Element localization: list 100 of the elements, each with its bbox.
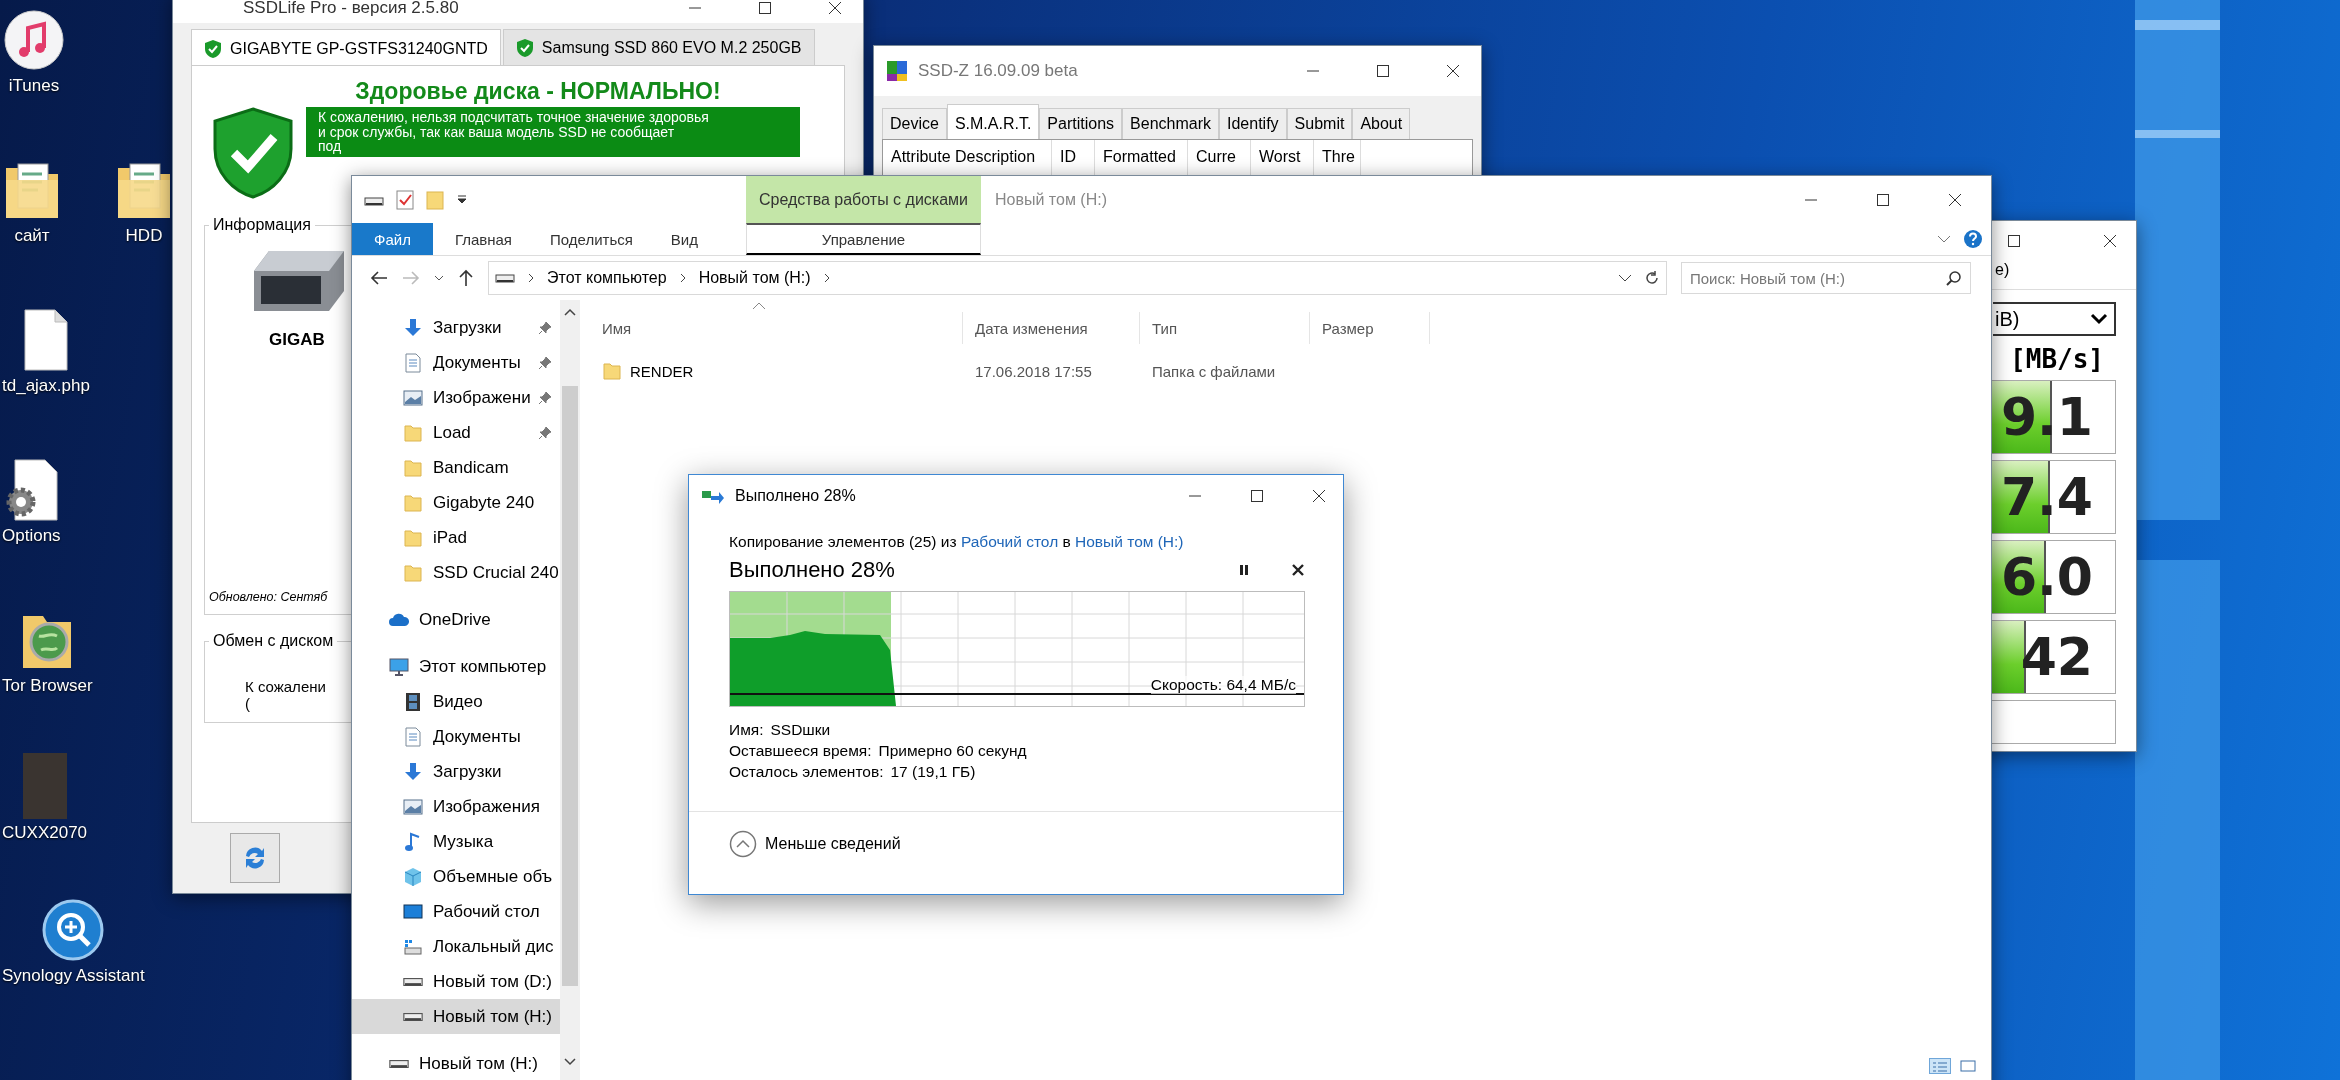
refresh-icon[interactable] xyxy=(1644,270,1660,286)
folder-icon xyxy=(403,492,423,513)
shield-check-icon xyxy=(204,39,222,59)
tab[interactable]: GIGABYTE GP-GSTFS31240GNTD xyxy=(191,29,501,65)
desktop-icon-label[interactable]: iTunes xyxy=(8,76,60,95)
maximize-icon[interactable] xyxy=(2006,233,2022,249)
close-icon[interactable] xyxy=(1947,191,1963,208)
close-icon[interactable] xyxy=(1445,63,1461,79)
scroll-up-icon[interactable] xyxy=(564,308,576,316)
ribbon-tab[interactable]: Управление xyxy=(746,223,981,255)
maximize-icon[interactable] xyxy=(1249,488,1265,504)
menu-item[interactable]: e) xyxy=(1995,261,2010,278)
nav-item[interactable]: iPad xyxy=(352,520,560,555)
nav-item[interactable]: Новый том (H:) xyxy=(352,999,560,1034)
nav-item[interactable]: Загрузки xyxy=(352,754,560,789)
chevron-down-icon[interactable] xyxy=(1618,273,1632,283)
cancel-icon[interactable] xyxy=(1291,563,1305,577)
nav-item[interactable]: Документы xyxy=(352,719,560,754)
maximize-icon[interactable] xyxy=(1375,63,1391,79)
breadcrumb-item[interactable]: Этот компьютер xyxy=(547,269,667,287)
tab[interactable]: Samsung SSD 860 EVO M.2 250GB xyxy=(502,29,815,65)
tab[interactable]: Benchmark xyxy=(1122,108,1219,139)
pin-icon[interactable] xyxy=(538,321,552,335)
tab[interactable]: Identify xyxy=(1219,108,1287,139)
scroll-down-icon[interactable] xyxy=(564,1058,576,1066)
desktop-icon-label[interactable]: CUXX2070 xyxy=(2,823,88,842)
desktop-icon-label[interactable]: td_ajax.php xyxy=(2,376,90,395)
search-field[interactable]: Поиск: Новый том (H:) xyxy=(1681,262,1971,294)
properties-icon[interactable] xyxy=(396,189,414,210)
desktop-icon-label[interactable]: Options xyxy=(2,526,61,545)
copy-description: Копирование элементов (25) из Рабочий стол в Новый том (H:) xyxy=(729,533,1185,551)
column-header[interactable]: Тип xyxy=(1140,312,1310,344)
folder-icon xyxy=(403,527,423,548)
nav-item[interactable]: Новый том (H:) xyxy=(352,1046,560,1080)
file-name[interactable]: RENDER xyxy=(630,362,694,380)
ribbon-tab[interactable]: Главная xyxy=(438,223,528,255)
desktop-icon-label[interactable]: HDD xyxy=(125,226,163,245)
tab[interactable]: About xyxy=(1352,108,1411,139)
column-header[interactable]: Размер xyxy=(1310,312,1430,344)
breadcrumb-item[interactable]: Новый том (H:) xyxy=(698,269,811,287)
tab[interactable]: S.M.A.R.T. xyxy=(946,104,1040,139)
up-arrow-icon[interactable] xyxy=(458,269,474,287)
nav-item[interactable]: Рабочий стол xyxy=(352,894,560,929)
close-icon[interactable] xyxy=(1311,488,1327,504)
nav-item[interactable]: Видео xyxy=(352,684,560,719)
ribbon-tab[interactable]: Файл xyxy=(352,223,433,255)
pin-icon[interactable] xyxy=(538,356,552,370)
ribbon-tab[interactable]: Поделиться xyxy=(534,223,649,255)
nav-item[interactable]: Загрузки xyxy=(352,310,560,345)
tab[interactable]: Device xyxy=(882,108,947,139)
nav-item[interactable]: Объемные объ xyxy=(352,859,560,894)
pin-icon[interactable] xyxy=(538,391,552,405)
nav-item[interactable]: Музыка xyxy=(352,824,560,859)
nav-item[interactable]: Изображени xyxy=(352,380,560,415)
address-bar[interactable]: Этот компьютер Новый том (H:) xyxy=(488,261,1667,295)
maximize-icon[interactable] xyxy=(1875,191,1891,208)
chevron-down-icon[interactable] xyxy=(1937,234,1951,244)
folder-icon xyxy=(602,361,622,381)
pause-icon[interactable] xyxy=(1237,563,1251,577)
chevron-down-icon[interactable] xyxy=(434,274,444,282)
nav-item[interactable]: Bandicam xyxy=(352,450,560,485)
pin-icon[interactable] xyxy=(538,426,552,440)
window-title: SSD-Z 16.09.09 beta xyxy=(918,61,1078,81)
column-header[interactable]: Имя xyxy=(590,312,963,344)
nav-item[interactable]: Изображения xyxy=(352,789,560,824)
nav-item[interactable]: Gigabyte 240 xyxy=(352,485,560,520)
fewer-details-button[interactable]: Меньше сведений xyxy=(729,830,901,858)
nav-item[interactable]: Документы xyxy=(352,345,560,380)
back-arrow-icon[interactable] xyxy=(370,270,388,286)
ribbon-tab[interactable]: Вид xyxy=(654,223,714,255)
desktop-icon xyxy=(403,901,423,922)
close-icon[interactable] xyxy=(2102,233,2118,249)
desktop-icon-label[interactable]: сайт xyxy=(14,226,50,245)
close-icon[interactable] xyxy=(827,0,843,16)
destination-link[interactable]: Новый том (H:) xyxy=(1075,533,1184,550)
tiles-view-button[interactable] xyxy=(1957,1058,1979,1074)
nav-item[interactable]: Локальный дис xyxy=(352,929,560,964)
size-dropdown[interactable]: iB) xyxy=(1993,302,2116,336)
drive-icon xyxy=(403,977,423,986)
nav-item[interactable]: Load xyxy=(352,415,560,450)
desktop-icon-label[interactable]: Tor Browser xyxy=(2,676,93,695)
source-link[interactable]: Рабочий стол xyxy=(960,533,1059,550)
drive-icon xyxy=(403,1012,423,1021)
dropdown-arrow-icon[interactable] xyxy=(456,193,468,206)
folder-icon xyxy=(403,457,423,478)
desktop-icon-label[interactable]: Synology Assistant xyxy=(2,966,145,985)
nav-item[interactable]: Этот компьютер xyxy=(352,649,560,684)
detail-value: 17 (19,1 ГБ) xyxy=(890,763,976,781)
nav-item[interactable]: SSD Crucial 240 xyxy=(352,555,560,590)
photo-placeholder xyxy=(22,753,67,819)
column-header[interactable]: Дата изменения xyxy=(963,312,1140,344)
scrollbar[interactable] xyxy=(560,300,580,1080)
help-icon[interactable] xyxy=(1963,229,1983,249)
detail-value: Примерно 60 секунд xyxy=(878,742,1027,760)
tab[interactable]: Partitions xyxy=(1039,108,1123,139)
nav-item[interactable]: Новый том (D:) xyxy=(352,964,560,999)
nav-item[interactable]: OneDrive xyxy=(352,602,560,637)
tab[interactable]: Submit xyxy=(1286,108,1353,139)
maximize-icon[interactable] xyxy=(757,0,773,16)
refresh-button[interactable] xyxy=(230,833,280,883)
